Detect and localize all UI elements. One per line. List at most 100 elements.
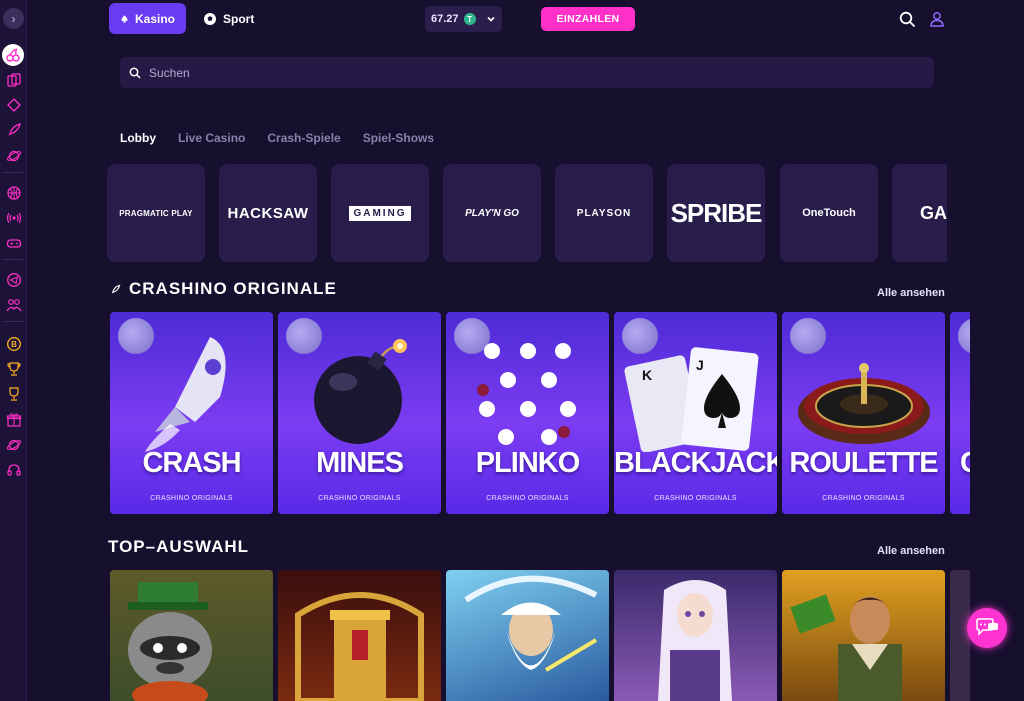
- originals-see-all-link[interactable]: Alle ansehen: [877, 287, 945, 299]
- balance-selector[interactable]: 67.27 T: [425, 6, 502, 32]
- search-bar[interactable]: [120, 57, 934, 88]
- sidebar-item-cards[interactable]: [4, 70, 23, 89]
- game-subtitle: CRASHINO ORIGINALS: [822, 495, 905, 502]
- chevron-down-icon: [486, 16, 495, 22]
- originals-section-title: CRASHINO ORIGINALE: [110, 279, 337, 299]
- trophy-icon: [6, 361, 21, 376]
- gamepad-icon: [6, 238, 21, 248]
- game-subtitle: CRASHINO ORIGINALS: [486, 495, 569, 502]
- providers-carousel: PRAGMATIC PLAY HACKSAW GAMING PLAY'N GO …: [107, 164, 947, 262]
- sidebar-item-vip[interactable]: [4, 435, 23, 454]
- top-title-text: TOP–AUSWAHL: [108, 537, 250, 556]
- sidebar-item-tournaments[interactable]: [4, 359, 23, 378]
- provider-logo-pragmatic: PRAGMATIC PLAY: [119, 208, 193, 218]
- sidebar-item-esports[interactable]: [4, 233, 23, 252]
- search-icon: [899, 11, 915, 27]
- headset-icon: [6, 463, 21, 476]
- game-card-top-4[interactable]: [614, 570, 777, 701]
- sidebar-item-crash[interactable]: [4, 120, 23, 139]
- top-bar: Kasino Sport 67.27 T EINZAHLEN: [27, 0, 1024, 40]
- sidebar-item-telegram[interactable]: [4, 270, 23, 289]
- sidebar-item-casino[interactable]: [2, 44, 24, 66]
- sport-tab-label: Sport: [223, 11, 255, 26]
- game-card-top-5[interactable]: [782, 570, 945, 701]
- svg-text:K: K: [642, 367, 652, 383]
- provider-card-partial[interactable]: GAM: [892, 164, 947, 262]
- game-card-crash[interactable]: CRASH CRASHINO ORIGINALS: [110, 312, 273, 514]
- live-chat-button[interactable]: [967, 608, 1007, 648]
- sidebar-toggle-button[interactable]: ›: [3, 8, 24, 29]
- provider-logo-partial: GAM: [920, 202, 947, 223]
- playing-cards-icon: K J: [624, 347, 759, 452]
- tab-live-casino[interactable]: Live Casino: [178, 131, 245, 145]
- provider-logo-onetouch: OneTouch: [802, 207, 856, 219]
- game-name: CRASH: [142, 447, 241, 479]
- search-input[interactable]: [149, 65, 909, 80]
- rocket-icon: [145, 337, 226, 452]
- game-name: ROULETTE: [789, 447, 938, 479]
- chat-icon: [976, 618, 998, 636]
- game-card-blackjack[interactable]: K J BLACKJACK CRASHINO ORIGINALS: [614, 312, 777, 514]
- planet-icon: [6, 150, 21, 161]
- search-button[interactable]: [897, 9, 917, 29]
- svg-text:B: B: [11, 340, 17, 349]
- sidebar-item-promotions[interactable]: [4, 410, 23, 429]
- sidebar-item-bitcoin[interactable]: B: [4, 334, 23, 353]
- game-subtitle: CRASHINO ORIGINALS: [150, 495, 233, 502]
- game-card-plinko[interactable]: PLINKO CRASHINO ORIGINALS: [446, 312, 609, 514]
- provider-card-gaming[interactable]: GAMING: [331, 164, 429, 262]
- live-icon: [6, 212, 21, 223]
- sidebar-item-diamond[interactable]: [4, 95, 23, 114]
- tab-crash-games[interactable]: Crash-Spiele: [267, 131, 340, 145]
- chevron-right-icon: ›: [11, 11, 16, 26]
- sidebar-divider: [4, 321, 23, 322]
- provider-card-playngo[interactable]: PLAY'N GO: [443, 164, 541, 262]
- sidebar-item-planet[interactable]: [4, 146, 23, 165]
- sidebar-item-affiliate[interactable]: [4, 295, 23, 314]
- game-card-roulette[interactable]: ROULETTE CRASHINO ORIGINALS: [782, 312, 945, 514]
- profile-button[interactable]: [927, 9, 947, 29]
- game-name: MINES: [316, 447, 404, 479]
- sidebar-divider: [4, 172, 23, 173]
- game-card-partial[interactable]: C: [950, 312, 970, 514]
- sidebar-item-leaderboard[interactable]: [4, 384, 23, 403]
- explorer-character-image: [790, 594, 902, 701]
- bomb-icon: [314, 339, 407, 444]
- balance-amount: 67.27: [431, 13, 459, 25]
- game-card-top-2[interactable]: [278, 570, 441, 701]
- game-card-top-3[interactable]: [446, 570, 609, 701]
- rocket-icon: [111, 284, 121, 293]
- top-games-carousel: [110, 570, 970, 701]
- gift-icon: [6, 412, 21, 427]
- basketball-icon: [6, 185, 21, 200]
- sidebar: › B: [0, 0, 27, 701]
- game-card-mines[interactable]: MINES CRASHINO ORIGINALS: [278, 312, 441, 514]
- provider-logo-playngo: PLAY'N GO: [465, 207, 519, 219]
- provider-logo-hacksaw: HACKSAW: [227, 204, 309, 222]
- provider-card-playson[interactable]: PLAYSON: [555, 164, 653, 262]
- provider-card-onetouch[interactable]: OneTouch: [780, 164, 878, 262]
- top-see-all-link[interactable]: Alle ansehen: [877, 545, 945, 557]
- sidebar-item-sports[interactable]: [4, 183, 23, 202]
- planet-icon: [6, 439, 21, 450]
- provider-logo-playson: PLAYSON: [576, 207, 632, 219]
- provider-card-hacksaw[interactable]: HACKSAW: [219, 164, 317, 262]
- game-card-top-partial[interactable]: [950, 570, 970, 701]
- tab-lobby[interactable]: Lobby: [120, 131, 156, 145]
- tab-game-shows[interactable]: Spiel-Shows: [363, 131, 434, 145]
- roulette-wheel-icon: [798, 363, 930, 444]
- deposit-button[interactable]: EINZAHLEN: [541, 7, 635, 31]
- originals-carousel: CRASH CRASHINO ORIGINALS MINES CRASHINO …: [110, 312, 970, 514]
- user-icon: [930, 12, 944, 27]
- anime-girl-image: [658, 580, 732, 701]
- tether-coin-icon: T: [463, 13, 476, 25]
- sidebar-item-support[interactable]: [4, 460, 23, 479]
- sport-tab-button[interactable]: Sport: [192, 3, 270, 34]
- sidebar-item-live[interactable]: [4, 208, 23, 227]
- provider-card-pragmatic[interactable]: PRAGMATIC PLAY: [107, 164, 205, 262]
- golden-temple-image: [295, 592, 424, 701]
- provider-card-spribe[interactable]: SPRIBE: [667, 164, 765, 262]
- game-card-top-1[interactable]: [110, 570, 273, 701]
- kasino-tab-button[interactable]: Kasino: [109, 3, 186, 34]
- svg-text:J: J: [696, 357, 704, 373]
